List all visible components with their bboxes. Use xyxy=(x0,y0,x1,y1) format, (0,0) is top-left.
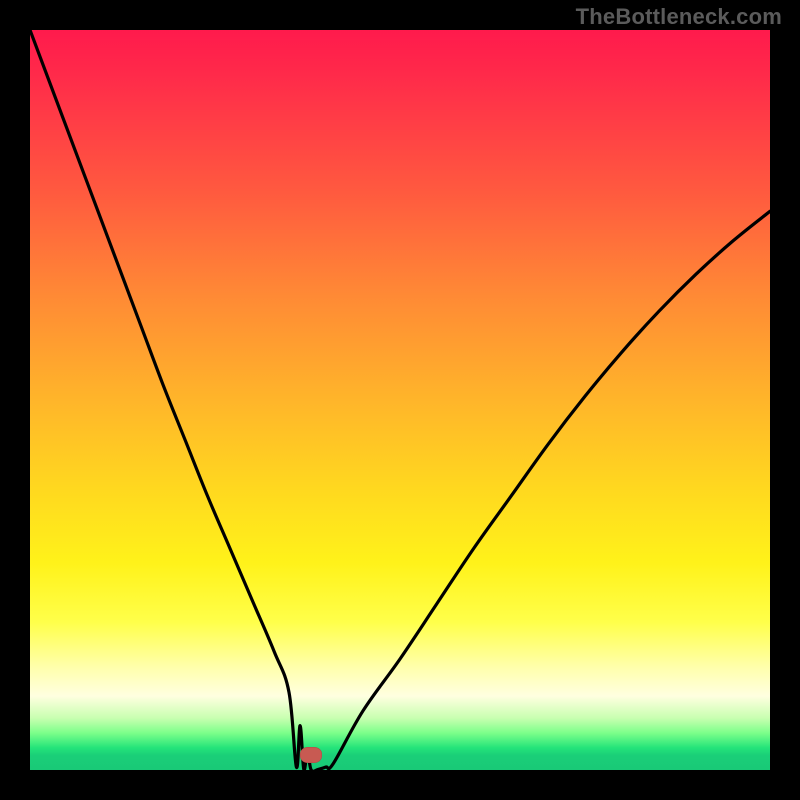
chart-frame: TheBottleneck.com xyxy=(0,0,800,800)
bottleneck-curve xyxy=(30,30,770,770)
plot-area xyxy=(30,30,770,770)
optimum-marker xyxy=(300,747,322,763)
curve-path xyxy=(30,30,770,770)
watermark-text: TheBottleneck.com xyxy=(576,4,782,30)
